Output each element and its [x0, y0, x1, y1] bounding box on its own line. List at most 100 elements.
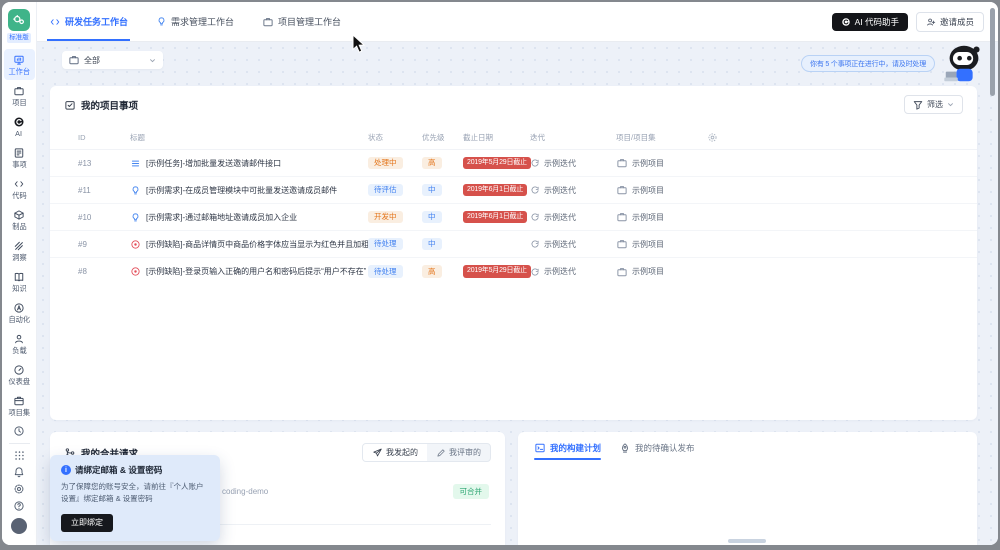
briefcase-icon: [616, 238, 628, 250]
app-window: 标准版 工作台 项目 AI 事项 代码 制品 洞察 知识 自动化 负载 仪表盘 …: [2, 2, 998, 545]
build-tab-build-plan[interactable]: 我的构建计划: [534, 442, 601, 460]
user-avatar[interactable]: [11, 518, 27, 534]
content-area: 全部 你有 5 个事项正在进行中，请及时处理: [37, 42, 998, 545]
issue-title-cell[interactable]: [示例任务]-增加批量发送邀请邮件接口: [130, 158, 368, 169]
settings-icon[interactable]: [13, 481, 25, 498]
iteration-cell[interactable]: 示例迭代: [530, 185, 616, 196]
sidebar-item-workbench[interactable]: 工作台: [4, 49, 35, 80]
project-cell[interactable]: 示例项目: [616, 184, 707, 196]
merge-tab-created[interactable]: 我发起的: [363, 444, 427, 461]
col-title: 标题: [130, 132, 368, 143]
bulb-icon: [130, 185, 141, 196]
sidebar-item-ai[interactable]: AI: [4, 111, 35, 142]
table-row[interactable]: #9 [示例缺陷]-商品详情页中商品价格字体应当显示为红色并且加粗 待处理 中 …: [50, 231, 977, 258]
priority-badge: 中: [422, 238, 442, 251]
col-iteration: 迭代: [530, 132, 616, 143]
priority-badge: 高: [422, 265, 442, 278]
merge-tab-reviewed[interactable]: 我评审的: [427, 444, 490, 461]
col-status: 状态: [368, 132, 422, 143]
app-logo[interactable]: [8, 9, 30, 31]
edition-badge: 标准版: [7, 33, 31, 43]
project-cell[interactable]: 示例项目: [616, 211, 707, 223]
knowledge-icon: [13, 271, 25, 284]
status-badge: 待处理: [368, 238, 403, 251]
table-row[interactable]: #10 [示例需求]-通过邮箱地址邀请成员加入企业 开发中 中 2019年6月1…: [50, 204, 977, 231]
briefcase-icon: [616, 184, 628, 196]
vertical-scrollbar[interactable]: [990, 8, 995, 96]
issue-title-cell[interactable]: [示例缺陷]-登录页输入正确的用户名和密码后提示“用户不存在”: [130, 266, 368, 277]
iteration-icon: [530, 239, 540, 249]
table-row[interactable]: #8 [示例缺陷]-登录页输入正确的用户名和密码后提示“用户不存在” 待处理 高…: [50, 258, 977, 285]
briefcase-icon: [616, 157, 628, 169]
issue-title-cell[interactable]: [示例需求]-通过邮箱地址邀请成员加入企业: [130, 212, 368, 223]
issue-id: #9: [78, 240, 130, 249]
sidebar-item-insight[interactable]: 洞察: [4, 235, 35, 266]
col-priority: 优先级: [422, 132, 463, 143]
table-row[interactable]: #13 [示例任务]-增加批量发送邀请邮件接口 处理中 高 2019年5月29日…: [50, 150, 977, 177]
bind-now-button[interactable]: 立即绑定: [61, 514, 113, 532]
apps-icon[interactable]: [14, 447, 25, 464]
notice-area: 你有 5 个事项正在进行中，请及时处理: [801, 43, 988, 85]
iteration-cell[interactable]: 示例迭代: [530, 266, 616, 277]
col-due-date: 截止日期: [463, 132, 530, 143]
sidebar-item-code[interactable]: 代码: [4, 173, 35, 204]
sidebar-item-issues[interactable]: 事项: [4, 142, 35, 173]
project-cell[interactable]: 示例项目: [616, 266, 707, 278]
merge-request-repo[interactable]: coding-demo: [222, 487, 268, 496]
artifact-icon: [13, 209, 25, 222]
workspace-tab-requirement[interactable]: 需求管理工作台: [154, 2, 236, 41]
iteration-cell[interactable]: 示例迭代: [530, 158, 616, 169]
topbar-actions: AI 代码助手 邀请成员: [832, 12, 984, 32]
bulb-icon: [156, 16, 167, 27]
my-project-issues-panel: 我的项目事项 筛选 ID 标题 状态 优先级 截止日期 迭代 项目/项目集: [50, 86, 977, 420]
sidebar-item-automation[interactable]: 自动化: [4, 297, 35, 328]
briefcase-icon: [68, 54, 80, 66]
dashboard-icon: [13, 364, 25, 377]
ai-assistant-button[interactable]: AI 代码助手: [832, 13, 908, 31]
info-icon: i: [61, 465, 71, 475]
mergeable-badge: 可合并: [453, 484, 490, 499]
issues-title-icon: [64, 99, 76, 111]
project-cell[interactable]: 示例项目: [616, 157, 707, 169]
workbench-icon: [13, 54, 25, 67]
project-cell[interactable]: 示例项目: [616, 238, 707, 250]
build-tab-release[interactable]: 我的待确认发布: [619, 442, 695, 460]
iteration-icon: [530, 267, 540, 277]
sidebar-item-knowledge[interactable]: 知识: [4, 266, 35, 297]
filter-button[interactable]: 筛选: [904, 95, 963, 114]
issue-title-cell[interactable]: [示例需求]-在成员管理模块中可批量发送邀请成员邮件: [130, 185, 368, 196]
workspace-tab-pm[interactable]: 项目管理工作台: [260, 2, 343, 41]
invite-member-button[interactable]: 邀请成员: [916, 12, 984, 32]
sidebar-item-load[interactable]: 负载: [4, 328, 35, 359]
issues-panel-title: 我的项目事项: [64, 98, 138, 112]
scope-filter-select[interactable]: 全部: [62, 51, 163, 69]
sidebar-item-dashboard[interactable]: 仪表盘: [4, 359, 35, 390]
table-header: ID 标题 状态 优先级 截止日期 迭代 项目/项目集: [50, 126, 977, 150]
workspace-tab-dev[interactable]: 研发任务工作台: [47, 2, 130, 41]
sidebar-item-project[interactable]: 项目: [4, 80, 35, 111]
bell-icon[interactable]: [13, 464, 25, 481]
table-body: #13 [示例任务]-增加批量发送邀请邮件接口 处理中 高 2019年5月29日…: [50, 150, 977, 285]
ai-logo-icon: [841, 17, 851, 27]
status-badge: 开发中: [368, 211, 403, 224]
load-icon: [13, 333, 25, 346]
sidebar-footer: [9, 423, 30, 515]
table-row[interactable]: #11 [示例需求]-在成员管理模块中可批量发送邀请成员邮件 待评估 中 201…: [50, 177, 977, 204]
col-project: 项目/项目集: [616, 132, 707, 143]
merge-tabs: 我发起的我评审的: [362, 443, 491, 462]
col-id: ID: [78, 133, 130, 142]
help-icon[interactable]: [13, 498, 25, 515]
iteration-cell[interactable]: 示例迭代: [530, 212, 616, 223]
column-settings-icon[interactable]: [707, 132, 963, 143]
sidebar-item-artifact[interactable]: 制品: [4, 204, 35, 235]
clock-icon[interactable]: [13, 423, 25, 440]
horizontal-scrollbar[interactable]: [728, 539, 766, 543]
iteration-cell[interactable]: 示例迭代: [530, 239, 616, 250]
priority-badge: 中: [422, 211, 442, 224]
chevron-down-icon: [946, 100, 955, 109]
in-progress-notice[interactable]: 你有 5 个事项正在进行中，请及时处理: [801, 55, 935, 72]
issue-title-cell[interactable]: [示例缺陷]-商品详情页中商品价格字体应当显示为红色并且加粗: [130, 239, 368, 250]
sidebar-item-program[interactable]: 项目集: [4, 390, 35, 421]
send-icon: [372, 447, 383, 458]
workspace-tabs: 研发任务工作台 需求管理工作台 项目管理工作台: [47, 2, 343, 41]
